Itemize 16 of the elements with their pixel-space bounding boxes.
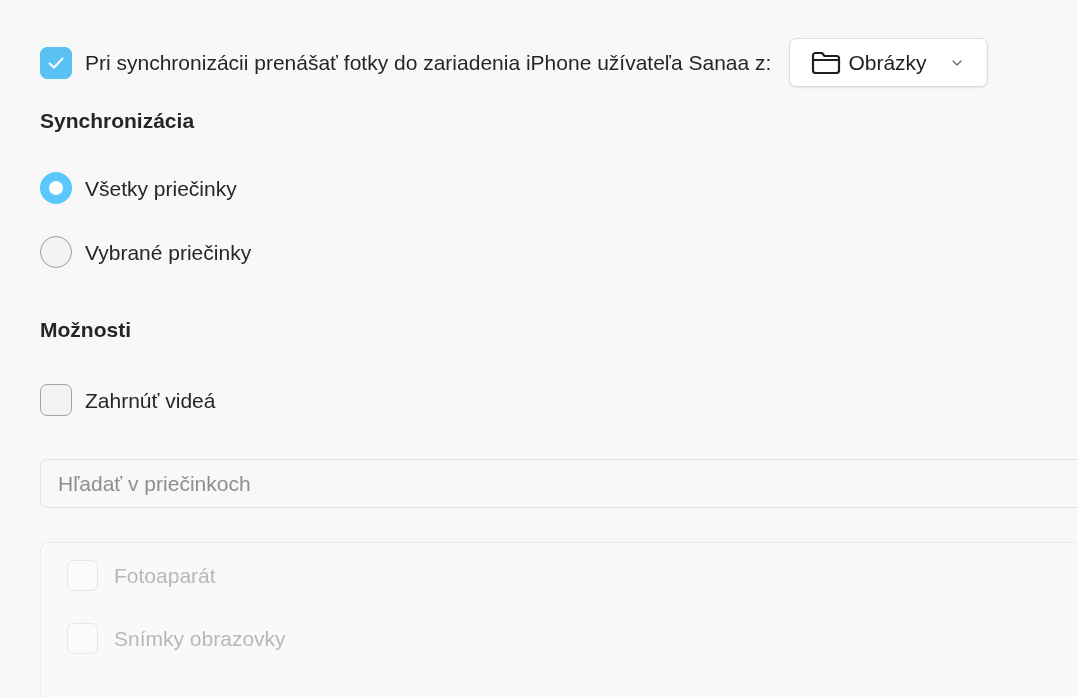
checkbox[interactable] <box>40 384 72 416</box>
folder-icon <box>811 50 842 75</box>
radio-label: Všetky priečinky <box>85 175 237 201</box>
checkbox[interactable] <box>40 46 72 79</box>
section-heading: Synchronizácia <box>40 109 195 133</box>
radio-button[interactable] <box>40 236 72 268</box>
section-heading: Možnosti <box>40 318 131 342</box>
folder-label: Snímky obrazovky <box>114 626 286 651</box>
check-icon <box>48 56 64 69</box>
radio-label: Vybrané priečinky <box>85 239 252 265</box>
radio-button[interactable] <box>40 172 72 204</box>
checkbox-label: Zahrnúť videá <box>85 387 216 413</box>
sync-photos-label: Pri synchronizácii prenášať fotky do zariadenia iPhone užívateľa Sanaa z: <box>85 50 772 75</box>
search-field[interactable]: Hľadať v priečinkoch <box>40 459 1077 508</box>
folder-label: Fotoaparát <box>114 563 216 588</box>
folder-dropdown[interactable]: Obrázky <box>789 38 989 87</box>
